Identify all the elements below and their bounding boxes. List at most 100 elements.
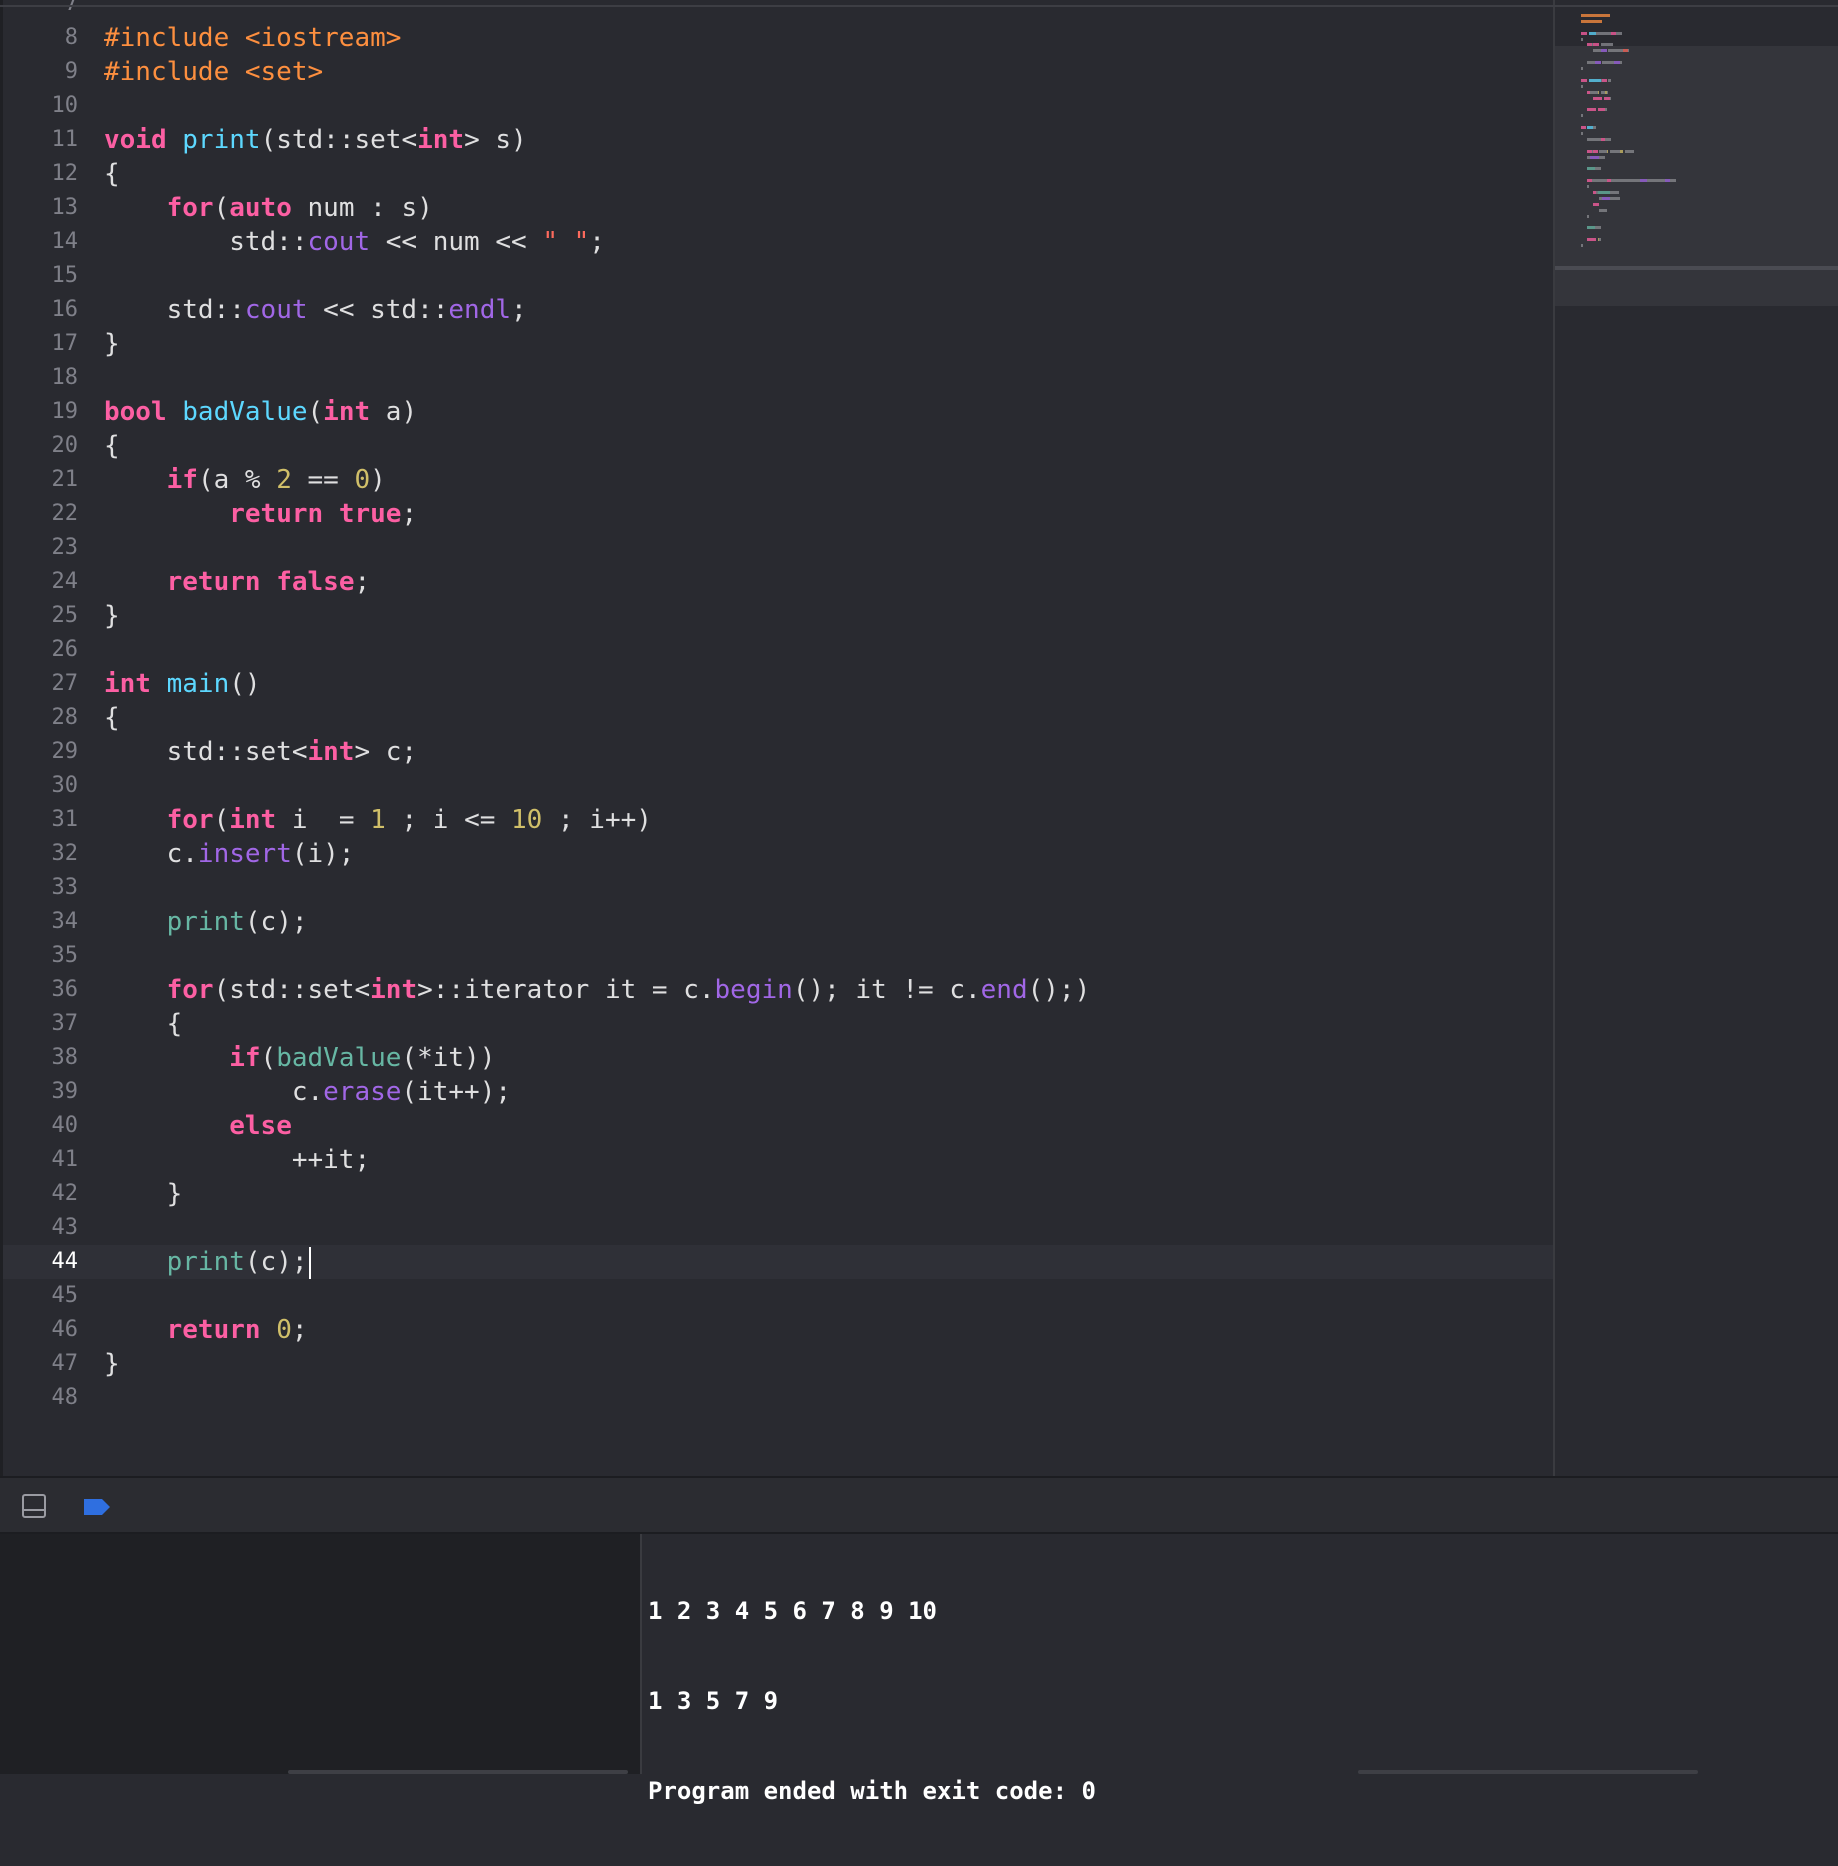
code-line[interactable]: 44 print(c); xyxy=(0,1245,1553,1279)
code-text[interactable]: { xyxy=(104,157,120,191)
line-number[interactable]: 45 xyxy=(8,1279,79,1313)
line-number[interactable]: 7 xyxy=(8,0,78,21)
line-number[interactable]: 36 xyxy=(8,973,79,1007)
code-text[interactable]: { xyxy=(104,429,120,463)
code-text[interactable]: void print(std::set<int> s) xyxy=(104,123,527,157)
code-text[interactable]: } xyxy=(104,1177,183,1211)
code-text[interactable]: int main() xyxy=(104,667,261,701)
code-line[interactable]: 8 #include <iostream> xyxy=(0,21,1553,55)
code-text[interactable]: if(badValue(*it)) xyxy=(104,1041,495,1075)
code-line[interactable]: 19 bool badValue(int a) xyxy=(0,395,1553,429)
code-line[interactable]: 48 xyxy=(0,1381,1553,1415)
code-text[interactable]: for(auto num : s) xyxy=(104,191,433,225)
code-line[interactable]: 32 c.insert(i); xyxy=(0,837,1553,871)
code-line[interactable]: 10 xyxy=(0,89,1553,123)
code-line[interactable]: 47} xyxy=(0,1347,1553,1381)
line-number[interactable]: 8 xyxy=(8,21,78,55)
code-line[interactable]: 14 std::cout << num << " "; xyxy=(0,225,1553,259)
line-number[interactable]: 15 xyxy=(8,259,79,293)
code-text[interactable]: #include <set> xyxy=(104,55,323,89)
line-number[interactable]: 24 xyxy=(8,565,79,599)
line-number[interactable]: 27 xyxy=(8,667,79,701)
line-number[interactable]: 34 xyxy=(8,905,79,939)
code-text[interactable]: if(a % 2 == 0) xyxy=(104,463,386,497)
line-number[interactable]: 46 xyxy=(8,1313,79,1347)
code-text[interactable]: #include <iostream> xyxy=(104,21,401,55)
line-number[interactable]: 30 xyxy=(8,769,79,803)
code-line[interactable]: 13 for(auto num : s) xyxy=(0,191,1553,225)
code-text[interactable]: for(std::set<int>::iterator it = c.begin… xyxy=(104,973,1091,1007)
code-text[interactable]: } xyxy=(104,327,120,361)
code-text[interactable]: } xyxy=(104,599,120,633)
line-number[interactable]: 47 xyxy=(8,1347,79,1381)
line-number[interactable]: 29 xyxy=(8,735,79,769)
code-line[interactable]: 34 print(c); xyxy=(0,905,1553,939)
line-number[interactable]: 18 xyxy=(8,361,79,395)
line-number[interactable]: 16 xyxy=(8,293,79,327)
code-line[interactable]: 22 return true; xyxy=(0,497,1553,531)
line-number[interactable]: 26 xyxy=(8,633,79,667)
code-line[interactable]: 25} xyxy=(0,599,1553,633)
line-number[interactable]: 35 xyxy=(8,939,79,973)
line-number[interactable]: 44 xyxy=(8,1245,79,1279)
variables-scrollbar[interactable] xyxy=(288,1770,628,1774)
line-number[interactable]: 21 xyxy=(8,463,79,497)
line-number[interactable]: 43 xyxy=(8,1211,79,1245)
panel-toggle-icon[interactable] xyxy=(22,1494,46,1518)
code-text[interactable]: for(int i = 1 ; i <= 10 ; i++) xyxy=(104,803,652,837)
line-number[interactable]: 14 xyxy=(8,225,79,259)
line-number[interactable]: 10 xyxy=(8,89,79,123)
code-text[interactable]: std::cout << num << " "; xyxy=(104,225,605,259)
code-text[interactable]: std::set<int> c; xyxy=(104,735,417,769)
code-text[interactable]: { xyxy=(104,1007,183,1041)
line-number[interactable]: 39 xyxy=(8,1075,79,1109)
line-number[interactable]: 38 xyxy=(8,1041,79,1075)
breakpoint-icon[interactable] xyxy=(82,1497,112,1517)
line-number[interactable]: 37 xyxy=(8,1007,79,1041)
code-text[interactable]: ++it; xyxy=(104,1143,370,1177)
code-text[interactable]: { xyxy=(104,701,120,735)
code-line[interactable]: 30 xyxy=(0,769,1553,803)
code-line[interactable]: 27 int main() xyxy=(0,667,1553,701)
code-line[interactable]: 29 std::set<int> c; xyxy=(0,735,1553,769)
code-line[interactable]: 28 { xyxy=(0,701,1553,735)
line-number[interactable]: 25 xyxy=(8,599,79,633)
line-number[interactable]: 19 xyxy=(8,395,79,429)
console-output[interactable]: 1 2 3 4 5 6 7 8 9 10 1 3 5 7 9 Program e… xyxy=(642,1534,1838,1805)
line-number[interactable]: 41 xyxy=(8,1143,79,1177)
code-line[interactable]: 39 c.erase(it++); xyxy=(0,1075,1553,1109)
line-number[interactable]: 22 xyxy=(8,497,79,531)
code-text[interactable]: c.erase(it++); xyxy=(104,1075,511,1109)
code-text[interactable]: print(c); xyxy=(104,905,308,939)
code-text[interactable]: std::cout << std::endl; xyxy=(104,293,527,327)
code-line[interactable]: 33 xyxy=(0,871,1553,905)
line-number[interactable]: 17 xyxy=(8,327,79,361)
code-text[interactable]: return true; xyxy=(104,497,417,531)
code-line[interactable]: 24 return false; xyxy=(0,565,1553,599)
code-line[interactable]: 20 { xyxy=(0,429,1553,463)
line-number[interactable]: 12 xyxy=(8,157,79,191)
line-number[interactable]: 13 xyxy=(8,191,79,225)
code-line[interactable]: 40 else xyxy=(0,1109,1553,1143)
line-number[interactable]: 40 xyxy=(8,1109,79,1143)
code-line[interactable]: 7 xyxy=(0,0,1553,21)
code-line[interactable]: 35 xyxy=(0,939,1553,973)
code-line[interactable]: 45 xyxy=(0,1279,1553,1313)
line-number[interactable]: 20 xyxy=(8,429,79,463)
line-number[interactable]: 9 xyxy=(8,55,78,89)
code-text[interactable]: return false; xyxy=(104,565,371,599)
code-line[interactable]: 12 { xyxy=(0,157,1553,191)
code-line[interactable]: 21 if(a % 2 == 0) xyxy=(0,463,1553,497)
code-line[interactable]: 36 for(std::set<int>::iterator it = c.be… xyxy=(0,973,1553,1007)
code-line[interactable]: 15 xyxy=(0,259,1553,293)
code-line[interactable]: 41 ++it; xyxy=(0,1143,1553,1177)
code-text[interactable]: bool badValue(int a) xyxy=(104,395,417,429)
code-line[interactable]: 11 void print(std::set<int> s) xyxy=(0,123,1553,157)
code-line[interactable]: 37 { xyxy=(0,1007,1553,1041)
line-number[interactable]: 31 xyxy=(8,803,79,837)
code-text[interactable]: else xyxy=(104,1109,292,1143)
code-line[interactable]: 42 } xyxy=(0,1177,1553,1211)
variables-view[interactable] xyxy=(0,1534,642,1774)
source-editor[interactable]: 7 8 #include <iostream> 9 #include <set> 10 11… xyxy=(0,0,1553,1476)
minimap[interactable] xyxy=(1553,0,1838,1476)
